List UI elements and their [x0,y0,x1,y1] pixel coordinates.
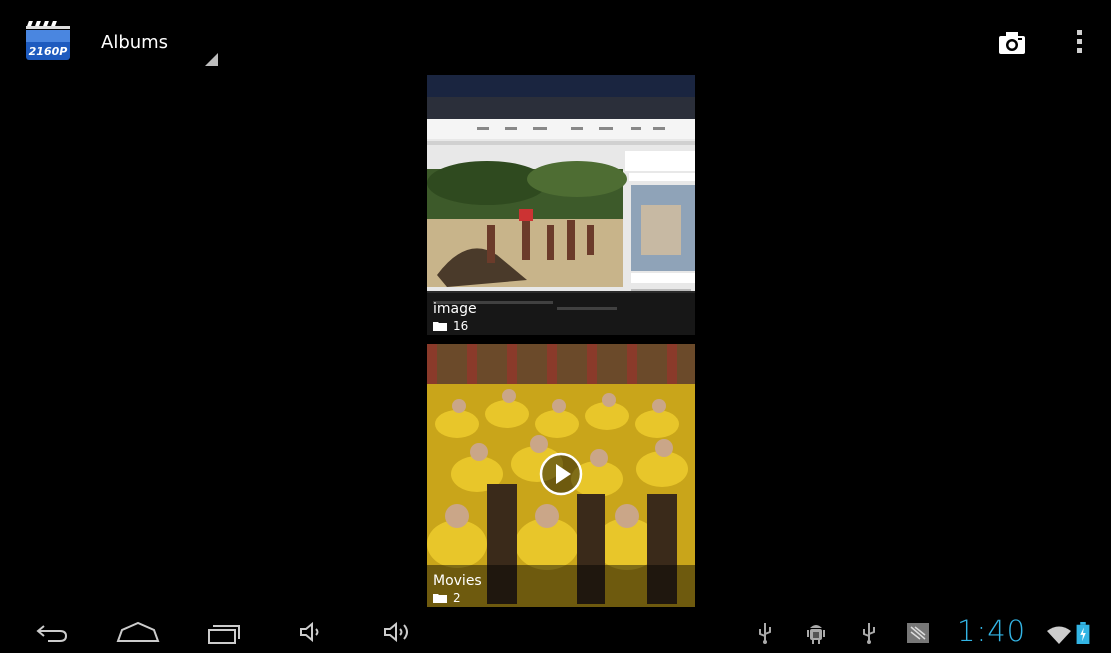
action-bar: 2160P Albums [0,0,1111,70]
system-bar: 1:40 [0,610,1111,653]
folder-icon [433,594,447,603]
status-clock[interactable]: 1:40 [957,614,1026,648]
wifi-icon [1047,626,1071,644]
albums-spinner[interactable]: Albums [101,32,168,53]
album-count: 2 [453,591,461,605]
usb-icon [863,623,875,644]
battery-charging-icon [1076,622,1090,644]
volume-up-icon[interactable] [382,620,414,644]
recent-apps-icon[interactable] [205,620,245,644]
album-tile-movies[interactable]: Movies 2 [427,344,695,607]
spinner-dropdown-indicator [205,53,218,66]
play-icon[interactable] [539,452,583,496]
android-debug-icon [807,625,825,644]
album-name: Movies [433,573,482,589]
camera-icon[interactable] [997,30,1027,56]
screen: 2160P Albums image 16 Movies 2 1:40 [0,0,1111,653]
usb-icon [759,623,771,644]
notification-icon[interactable] [906,622,930,644]
album-name: image [433,301,477,317]
overflow-menu-icon[interactable] [1072,30,1086,58]
volume-down-icon[interactable] [298,620,326,644]
back-icon[interactable] [34,620,70,644]
folder-icon [433,322,447,331]
app-logo[interactable]: 2160P [24,18,72,66]
album-count-row: 2 [433,591,461,605]
album-count-row: 16 [433,319,468,333]
album-count: 16 [453,319,469,333]
home-icon[interactable] [116,620,160,644]
app-logo-label: 2160P [29,45,68,58]
album-tile-image[interactable]: image 16 [427,75,695,335]
